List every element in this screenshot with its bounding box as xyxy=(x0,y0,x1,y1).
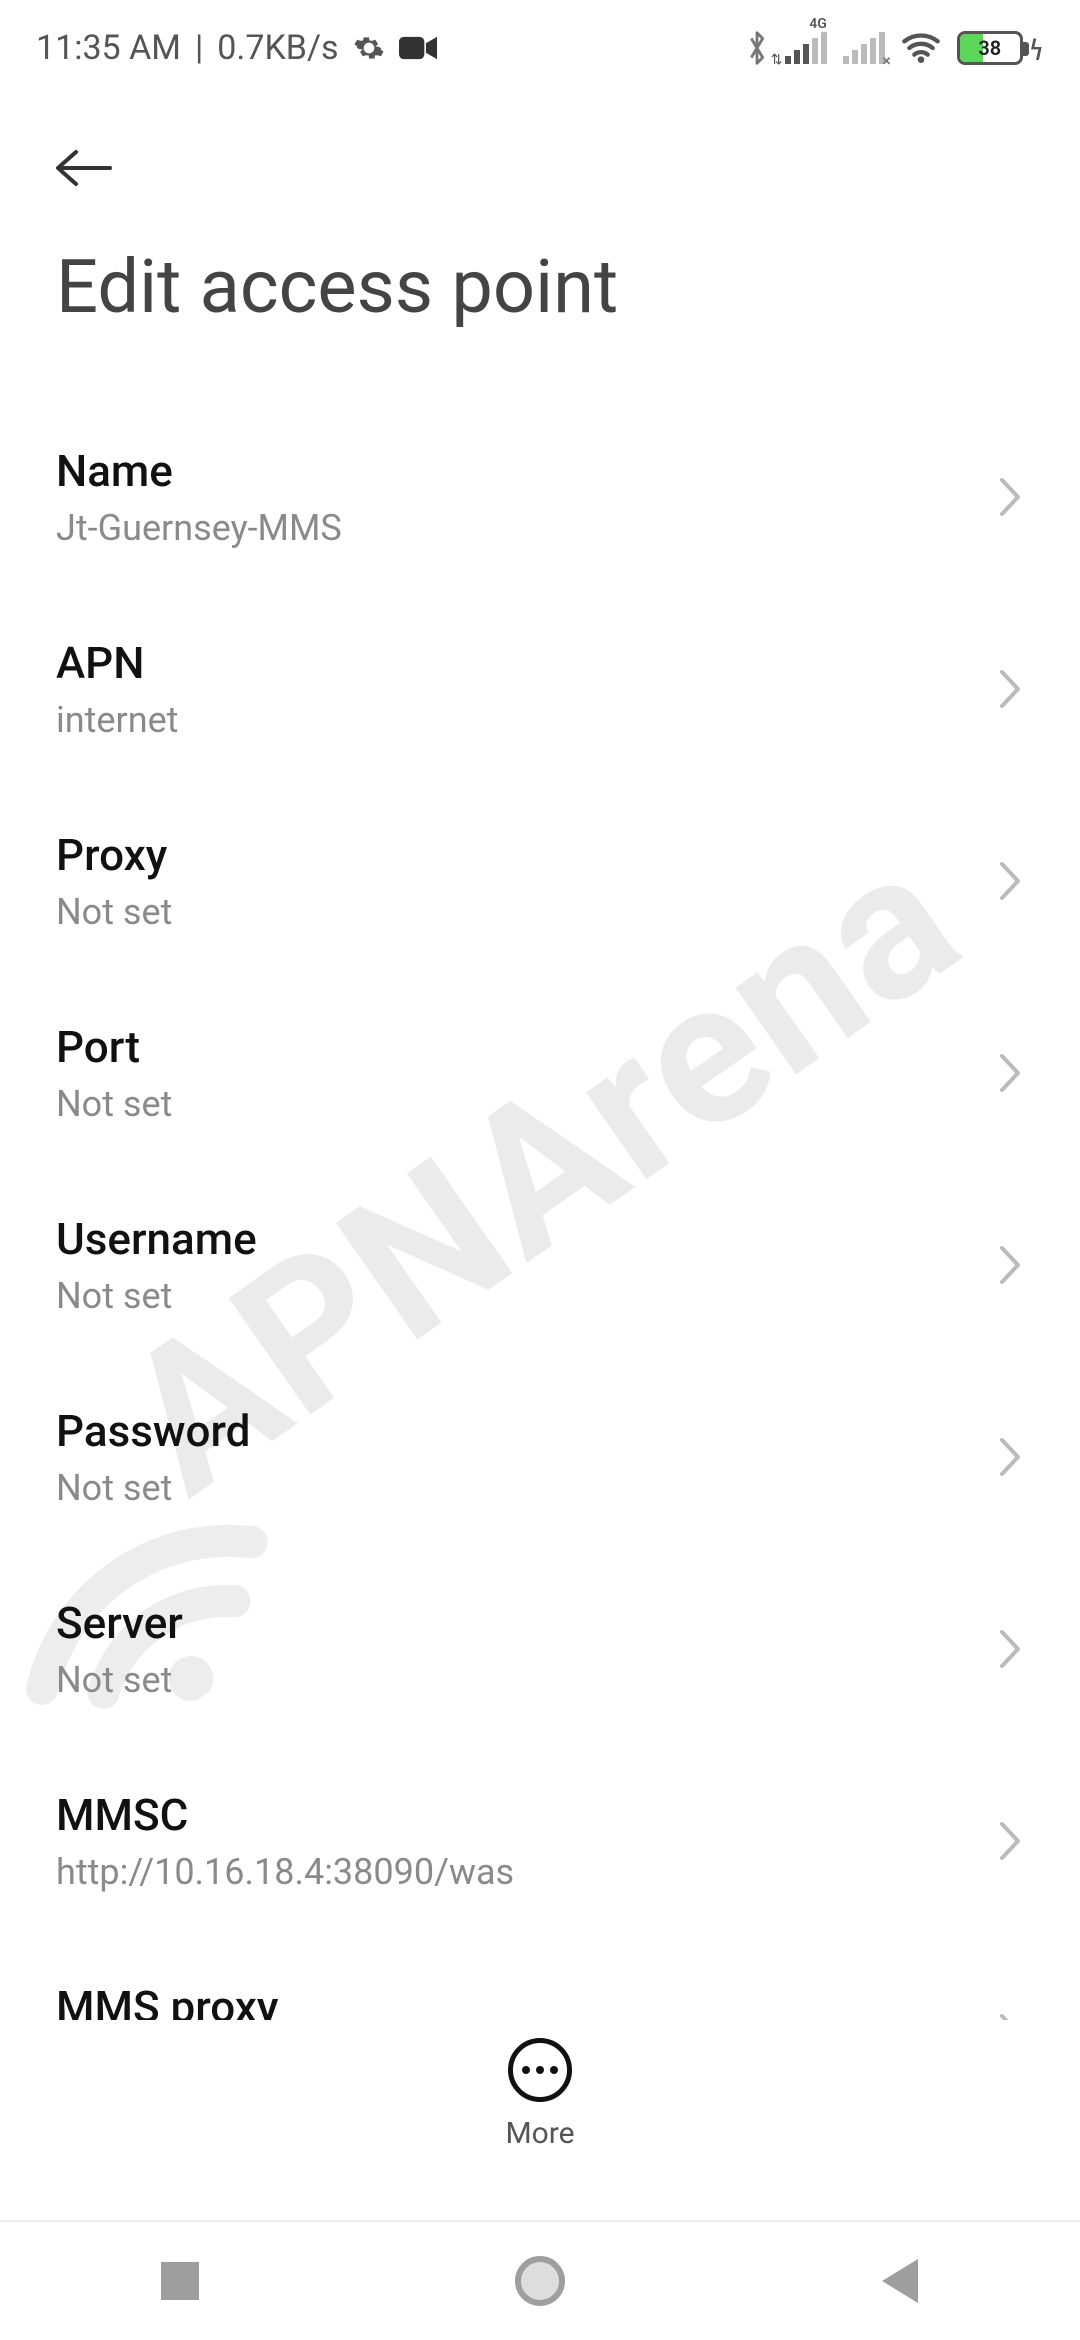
row-apn[interactable]: APN internet xyxy=(56,593,1024,785)
row-value: internet xyxy=(56,699,178,741)
wifi-status-icon xyxy=(901,31,941,65)
nav-recent-button[interactable] xyxy=(80,2241,280,2321)
status-time: 11:35 AM xyxy=(36,28,181,68)
chevron-right-icon xyxy=(998,1052,1024,1094)
settings-list: Name Jt-Guernsey-MMS APN internet Proxy … xyxy=(0,401,1080,2129)
back-button[interactable] xyxy=(48,132,120,204)
page-title: Edit access point xyxy=(56,244,1024,331)
circle-icon xyxy=(515,2256,565,2306)
row-label: APN xyxy=(56,637,178,689)
signal-1-label: 4G xyxy=(809,16,827,32)
battery-percent: 38 xyxy=(960,36,1020,60)
system-nav-bar xyxy=(0,2220,1080,2340)
row-mmsc[interactable]: MMSC http://10.16.18.4:38090/was xyxy=(56,1745,1024,1937)
gear-icon xyxy=(353,32,385,64)
row-label: Proxy xyxy=(56,829,172,881)
row-proxy[interactable]: Proxy Not set xyxy=(56,785,1024,977)
triangle-left-icon xyxy=(882,2259,918,2303)
row-value: Not set xyxy=(56,1659,183,1701)
bluetooth-icon xyxy=(745,29,769,67)
row-label: Server xyxy=(56,1597,183,1649)
camera-icon xyxy=(399,34,437,62)
chevron-right-icon xyxy=(998,1436,1024,1478)
row-label: MMSC xyxy=(56,1789,514,1841)
status-net-speed: 0.7KB/s xyxy=(217,28,338,68)
row-value: http://10.16.18.4:38090/was xyxy=(56,1851,514,1893)
charging-bolt-icon: 𐓏 xyxy=(1029,28,1044,69)
row-value: Not set xyxy=(56,891,172,933)
more-label: More xyxy=(505,2116,574,2151)
status-right: 4G ⇅ × 38 𐓏 xyxy=(745,28,1044,69)
row-username[interactable]: Username Not set xyxy=(56,1169,1024,1361)
chevron-right-icon xyxy=(998,1628,1024,1670)
row-label: Password xyxy=(56,1405,250,1457)
more-button[interactable]: More xyxy=(505,2020,574,2151)
nav-back-button[interactable] xyxy=(800,2241,1000,2321)
signal-1-icon: 4G ⇅ xyxy=(785,32,827,64)
arrow-left-icon xyxy=(54,148,114,188)
chevron-right-icon xyxy=(998,860,1024,902)
chevron-right-icon xyxy=(998,668,1024,710)
header: Edit access point xyxy=(0,72,1080,331)
bottom-action-bar: More xyxy=(0,2020,1080,2220)
nav-home-button[interactable] xyxy=(440,2241,640,2321)
more-icon xyxy=(508,2038,572,2102)
row-name[interactable]: Name Jt-Guernsey-MMS xyxy=(56,401,1024,593)
row-port[interactable]: Port Not set xyxy=(56,977,1024,1169)
data-arrows-icon: ⇅ xyxy=(771,52,783,68)
battery-icon: 38 xyxy=(957,31,1023,65)
row-value: Not set xyxy=(56,1467,250,1509)
signal-2-icon: × xyxy=(843,32,885,64)
square-icon xyxy=(161,2262,199,2300)
status-left: 11:35 AM | 0.7KB/s xyxy=(36,28,437,68)
row-value: Jt-Guernsey-MMS xyxy=(56,507,342,549)
row-password[interactable]: Password Not set xyxy=(56,1361,1024,1553)
row-value: Not set xyxy=(56,1083,172,1125)
status-bar: 11:35 AM | 0.7KB/s 4G ⇅ × 38 xyxy=(0,0,1080,72)
status-separator: | xyxy=(195,28,203,68)
row-server[interactable]: Server Not set xyxy=(56,1553,1024,1745)
no-signal-x-icon: × xyxy=(882,51,891,70)
row-label: Username xyxy=(56,1213,257,1265)
chevron-right-icon xyxy=(998,1244,1024,1286)
battery-indicator: 38 𐓏 xyxy=(957,28,1044,69)
row-value: Not set xyxy=(56,1275,257,1317)
row-label: Port xyxy=(56,1021,172,1073)
chevron-right-icon xyxy=(998,476,1024,518)
chevron-right-icon xyxy=(998,1820,1024,1862)
row-label: Name xyxy=(56,445,342,497)
